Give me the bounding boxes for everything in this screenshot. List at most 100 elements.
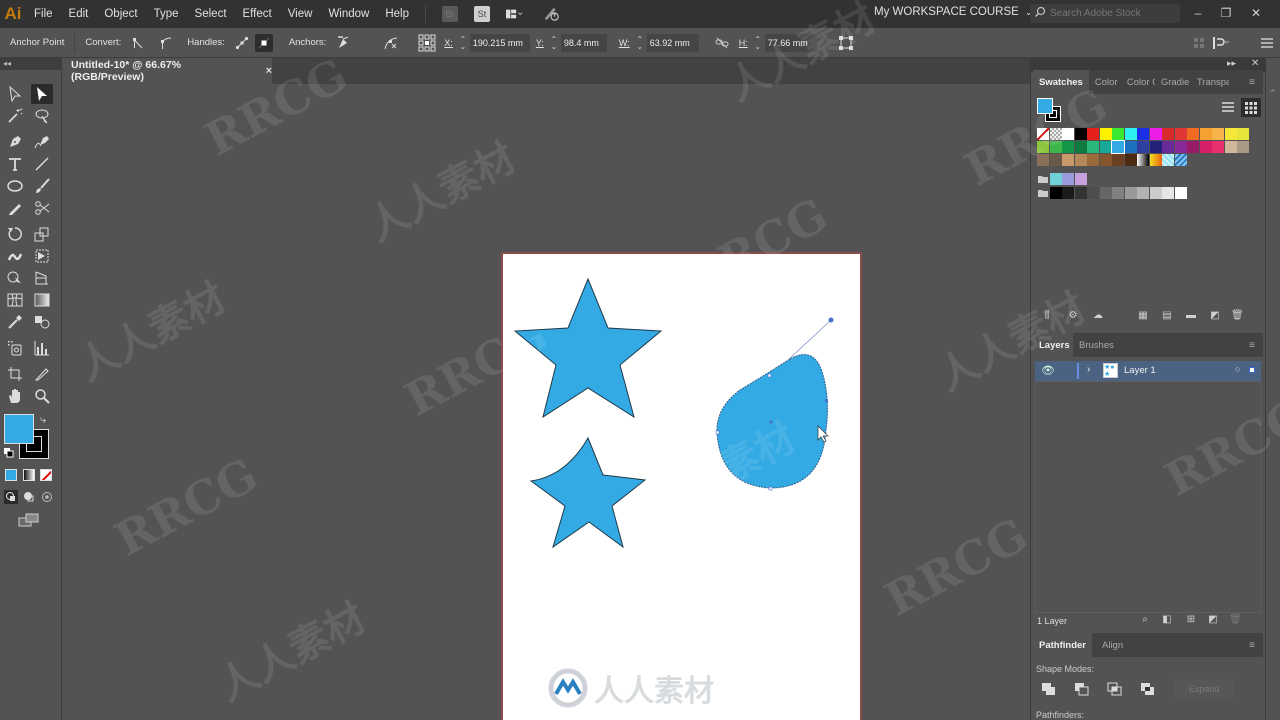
expand-layer-chevron-icon[interactable]: › bbox=[1087, 364, 1090, 375]
swatch[interactable] bbox=[1062, 154, 1074, 166]
show-handles-button[interactable] bbox=[233, 34, 251, 52]
tab-color-guide[interactable]: Color G bbox=[1121, 70, 1155, 94]
locate-object-icon[interactable]: ⌕ bbox=[1139, 614, 1151, 626]
swatch-options-icon[interactable]: ▦ bbox=[1137, 310, 1149, 322]
show-swatch-kinds-icon[interactable]: ⚙ bbox=[1067, 310, 1079, 322]
target-circle-icon[interactable]: ○ bbox=[1235, 364, 1240, 374]
hand-tool-icon[interactable] bbox=[4, 386, 26, 406]
swatch[interactable] bbox=[1124, 128, 1137, 140]
swatch-pattern[interactable] bbox=[1162, 154, 1174, 166]
swatch[interactable] bbox=[1099, 141, 1112, 153]
document-tab[interactable]: Untitled-10* @ 66.67% (RGB/Preview) × bbox=[62, 58, 272, 84]
w-stepper[interactable]: ⌃ ⌄ bbox=[635, 35, 645, 50]
swatch[interactable] bbox=[1087, 128, 1099, 140]
align-options-icon[interactable] bbox=[1190, 34, 1208, 52]
artboard-tool-icon[interactable] bbox=[4, 364, 26, 384]
default-fill-stroke-icon[interactable] bbox=[4, 448, 14, 461]
gradient-mode-button[interactable] bbox=[23, 469, 35, 481]
warp-tool-icon[interactable] bbox=[4, 246, 26, 266]
swatch[interactable] bbox=[1087, 141, 1099, 153]
swatch[interactable] bbox=[1099, 187, 1112, 199]
anchor-point[interactable] bbox=[767, 373, 772, 378]
list-view-icon[interactable] bbox=[1221, 101, 1235, 116]
swatch[interactable] bbox=[1062, 141, 1074, 153]
swatch[interactable] bbox=[1062, 128, 1074, 140]
restore-button[interactable]: ❐ bbox=[1216, 4, 1236, 22]
swatch[interactable] bbox=[1062, 173, 1074, 185]
swatch-gradient[interactable] bbox=[1137, 154, 1149, 166]
swatch[interactable] bbox=[1062, 187, 1074, 199]
type-tool-icon[interactable] bbox=[4, 154, 26, 174]
delete-swatch-icon[interactable]: 🗑 bbox=[1231, 310, 1244, 322]
lasso-tool-icon[interactable] bbox=[31, 106, 53, 126]
layer-row[interactable]: 👁 › ★● ★ Layer 1 ○ bbox=[1035, 361, 1261, 381]
zoom-tool-icon[interactable] bbox=[31, 386, 53, 406]
unite-button[interactable] bbox=[1041, 682, 1057, 699]
pencil-tool-icon[interactable] bbox=[4, 198, 26, 218]
swatch-pattern[interactable] bbox=[1174, 154, 1187, 166]
swatch[interactable] bbox=[1137, 128, 1149, 140]
slice-tool-icon[interactable] bbox=[31, 364, 53, 384]
swatch[interactable] bbox=[1137, 141, 1149, 153]
constrain-proportions-link-icon[interactable] bbox=[713, 34, 731, 52]
swatch-libraries-icon[interactable]: ⫼ bbox=[1041, 310, 1053, 322]
swatch[interactable] bbox=[1087, 187, 1099, 199]
layer-name[interactable]: Layer 1 bbox=[1124, 365, 1156, 376]
expand-button[interactable]: Expand bbox=[1173, 679, 1235, 699]
swatch-fill-indicator[interactable] bbox=[1037, 98, 1053, 114]
direction-handle-point[interactable] bbox=[828, 317, 834, 323]
swatch[interactable] bbox=[1099, 154, 1112, 166]
none-mode-button[interactable] bbox=[40, 469, 52, 481]
draw-normal-icon[interactable] bbox=[4, 490, 18, 504]
swatch[interactable] bbox=[1037, 154, 1049, 166]
swatch[interactable] bbox=[1187, 128, 1199, 140]
color-mode-button[interactable] bbox=[5, 469, 17, 481]
arrange-documents-icon[interactable] bbox=[506, 6, 522, 22]
gradient-tool-icon[interactable] bbox=[31, 290, 53, 310]
eyedropper-tool-icon[interactable] bbox=[4, 312, 26, 332]
new-color-group-icon[interactable]: ▤ bbox=[1161, 310, 1173, 322]
swatch[interactable] bbox=[1111, 140, 1125, 154]
tab-brushes[interactable]: Brushes bbox=[1073, 333, 1120, 357]
swatch[interactable] bbox=[1099, 128, 1112, 140]
selection-tool-icon[interactable] bbox=[4, 84, 26, 104]
screen-mode-icon[interactable] bbox=[18, 513, 40, 530]
swatch[interactable] bbox=[1224, 141, 1237, 153]
draw-inside-icon[interactable] bbox=[40, 490, 54, 507]
stock-search-field[interactable] bbox=[1030, 4, 1180, 23]
create-sublayer-icon[interactable]: ⊞ bbox=[1183, 614, 1199, 626]
ellipse-tool-icon[interactable] bbox=[4, 176, 26, 196]
folder-icon[interactable]: ▬ bbox=[1185, 310, 1197, 322]
eye-visibility-icon[interactable]: 👁 bbox=[1041, 364, 1055, 377]
anchor-point[interactable] bbox=[715, 430, 720, 435]
tab-swatches[interactable]: Swatches bbox=[1033, 70, 1089, 94]
swatch[interactable] bbox=[1112, 128, 1124, 140]
close-dock-icon[interactable]: ✕ bbox=[1251, 58, 1259, 69]
magic-wand-tool-icon[interactable] bbox=[4, 106, 26, 126]
swatch[interactable] bbox=[1162, 128, 1174, 140]
anchor-point[interactable] bbox=[768, 486, 773, 491]
swatch[interactable] bbox=[1049, 141, 1062, 153]
swatch[interactable] bbox=[1037, 141, 1049, 153]
minus-front-button[interactable] bbox=[1074, 682, 1090, 699]
swatch[interactable] bbox=[1224, 128, 1237, 140]
swatch[interactable] bbox=[1162, 141, 1174, 153]
swatch-none[interactable] bbox=[1037, 128, 1049, 140]
panel-menu-icon[interactable]: ≡ bbox=[1241, 333, 1263, 357]
tab-gradient[interactable]: Gradie bbox=[1155, 70, 1191, 94]
align-to-icon[interactable] bbox=[1212, 34, 1230, 52]
curved-star-shape[interactable] bbox=[529, 436, 647, 549]
scale-tool-icon[interactable] bbox=[31, 224, 53, 244]
panel-menu-icon[interactable]: ≡ bbox=[1241, 633, 1263, 657]
x-stepper[interactable]: ⌃ ⌄ bbox=[458, 35, 468, 50]
swatch[interactable] bbox=[1074, 154, 1087, 166]
dock-scrollbar[interactable]: ⌃ bbox=[1265, 58, 1280, 720]
swatch-gradient[interactable] bbox=[1149, 154, 1162, 166]
swatch[interactable] bbox=[1237, 128, 1249, 140]
collapse-tools-icon[interactable]: ◂◂ bbox=[0, 58, 61, 70]
y-input[interactable] bbox=[560, 33, 607, 52]
selection-indicator-icon[interactable] bbox=[1249, 367, 1255, 373]
create-new-layer-icon[interactable]: ◩ bbox=[1207, 614, 1219, 626]
swatch[interactable] bbox=[1237, 141, 1249, 153]
column-graph-tool-icon[interactable] bbox=[31, 338, 53, 358]
